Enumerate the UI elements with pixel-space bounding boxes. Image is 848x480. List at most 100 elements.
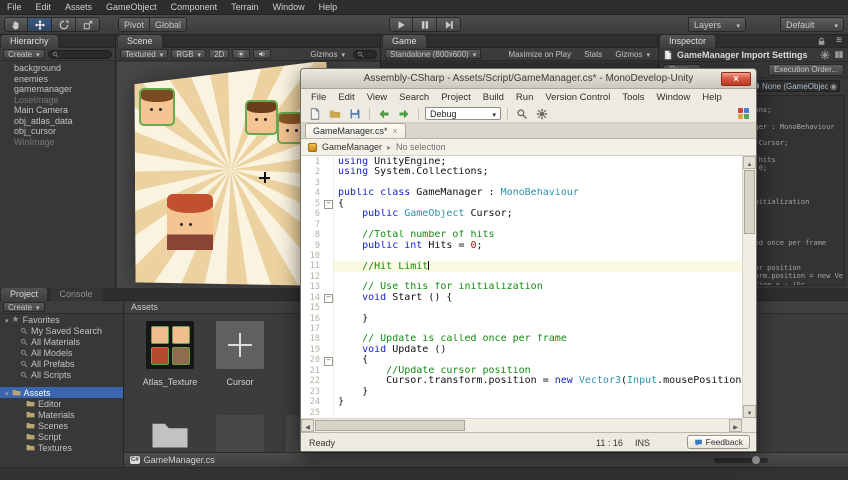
assets-root-item[interactable]: Assets [0,387,123,398]
new-document-icon[interactable] [307,106,323,122]
hand-tool-icon[interactable] [4,17,28,32]
menu-item[interactable]: Build [477,92,510,103]
play-button[interactable] [389,17,413,32]
game-gizmos-dropdown[interactable]: Gizmos [610,49,655,59]
hierarchy-create-button[interactable]: Create [3,49,45,59]
folder-item[interactable]: Textures [0,442,123,453]
asset-item-cursor[interactable]: Cursor [209,321,271,387]
scroll-down-icon[interactable] [743,405,756,418]
menu-item[interactable]: View [361,92,393,103]
fold-collapse-icon[interactable] [323,293,333,304]
code-line[interactable]: 23 } [301,386,742,398]
code-line[interactable]: 21 //Update cursor position [301,365,742,377]
horizontal-scrollbar-thumb[interactable] [315,420,465,431]
code-line[interactable]: 7 [301,219,742,231]
code-line[interactable]: 4 public class GameManager : MonoBehaviou… [301,188,742,199]
asset-folder-item[interactable] [139,415,201,455]
open-folder-icon[interactable] [327,106,343,122]
hierarchy-item[interactable]: LoseImage [0,95,115,106]
thumbnail-size-slider[interactable] [714,456,768,464]
lock-icon[interactable] [817,37,826,46]
scroll-right-icon[interactable] [729,419,742,432]
folder-item[interactable]: Materials [0,409,123,420]
slider-knob[interactable] [752,456,760,464]
unity-menu-item[interactable]: GameObject [99,2,164,12]
pause-button[interactable] [413,17,437,32]
hierarchy-item[interactable]: WinImage [0,137,115,148]
unity-menu-item[interactable]: File [0,2,29,12]
scene-lighting-toggle[interactable] [232,49,251,59]
unity-menu-item[interactable]: Assets [58,2,99,12]
menu-item[interactable]: Search [393,92,435,103]
asset-path-breadcrumb[interactable]: Assets [131,302,158,312]
code-line[interactable]: 19 void Update () [301,344,742,356]
build-configuration-select[interactable]: Debug [425,107,501,120]
scene-search-input[interactable] [353,49,377,59]
unity-menu-item[interactable]: Edit [29,2,59,12]
code-line[interactable]: 1 using UnityEngine; [301,157,742,168]
code-line[interactable]: 18 // Update is called once per frame [301,334,742,345]
code-line[interactable]: 8 //Total number of hits [301,230,742,241]
close-button[interactable] [721,72,751,86]
unity-menu-item[interactable]: Help [312,2,345,12]
menu-item[interactable]: Help [696,92,728,103]
code-line[interactable]: 12 [301,271,742,283]
hierarchy-item[interactable]: obj_cursor [0,126,115,137]
fold-collapse-icon[interactable] [323,199,333,210]
search-icon[interactable] [514,106,530,122]
code-line[interactable]: 13 // Use this for initialization [301,282,742,293]
menu-item[interactable]: Project [435,92,477,103]
help-icon[interactable] [834,50,844,60]
object-reference-field[interactable]: None (GameObject) [749,80,840,92]
hierarchy-tab[interactable]: Hierarchy [1,35,58,48]
unity-menu-item[interactable]: Terrain [224,2,266,12]
inspector-tab[interactable]: Inspector [660,35,716,48]
menu-item[interactable]: Version Control [539,92,616,103]
pivot-toggle[interactable]: Pivot [118,17,151,32]
titlebar[interactable]: Assembly-CSharp - Assets/Script/GameMana… [301,69,756,89]
layout-dropdown[interactable]: Default [780,17,844,32]
fold-collapse-icon[interactable] [323,355,333,367]
step-button[interactable] [437,17,461,32]
project-tab[interactable]: Project [1,288,48,301]
foldout-arrow-icon[interactable] [5,315,9,325]
scene-tab[interactable]: Scene [118,35,162,48]
vertical-scrollbar[interactable] [742,156,756,418]
folder-item[interactable]: Script [0,431,123,442]
global-toggle[interactable]: Global [150,17,188,32]
shading-mode-dropdown[interactable]: Textured [120,49,169,59]
code-line[interactable]: 3 [301,177,742,189]
saved-search-item[interactable]: All Prefabs [0,358,123,369]
code-editor[interactable]: 1 using UnityEngine; 2 using System.Collect… [301,156,742,418]
breadcrumb-selection[interactable]: No selection [396,142,446,152]
console-tab[interactable]: Console [50,288,102,301]
unity-sync-icon[interactable] [737,107,750,120]
menu-item[interactable]: Edit [332,92,360,103]
move-tool-icon[interactable] [28,17,52,32]
code-line[interactable]: 20 { [301,355,742,367]
scene-gizmos-dropdown[interactable]: Gizmos [305,49,350,59]
2d-toggle[interactable]: 2D [209,49,230,59]
code-line[interactable]: 10 [301,250,742,262]
render-mode-dropdown[interactable]: RGB [171,49,207,59]
options-gear-icon[interactable] [534,106,550,122]
hierarchy-item[interactable]: Main Camera [0,105,115,116]
hierarchy-item[interactable]: enemies [0,74,115,85]
navigate-forward-icon[interactable] [396,106,412,122]
layers-dropdown[interactable]: Layers [688,17,746,32]
folder-item[interactable]: Editor [0,398,123,409]
menu-item[interactable]: Window [651,92,697,103]
asset-item-atlas-texture[interactable]: Atlas_Texture [139,321,201,387]
menu-item[interactable]: File [305,92,332,103]
unity-menu-item[interactable]: Component [164,2,225,12]
hierarchy-item[interactable]: gamemanager [0,84,115,95]
panel-menu-icon[interactable] [836,35,842,46]
folder-item[interactable]: Scenes [0,420,123,431]
horizontal-scrollbar[interactable] [301,418,742,432]
unity-menu-item[interactable]: Window [266,2,312,12]
code-line[interactable]: 17 [301,324,742,335]
navigate-back-icon[interactable] [376,106,392,122]
code-line[interactable]: 22 Cursor.transform.position = new Vecto… [301,376,742,387]
hierarchy-item[interactable]: background [0,63,115,74]
hierarchy-item[interactable]: obj_atlas_data [0,116,115,127]
